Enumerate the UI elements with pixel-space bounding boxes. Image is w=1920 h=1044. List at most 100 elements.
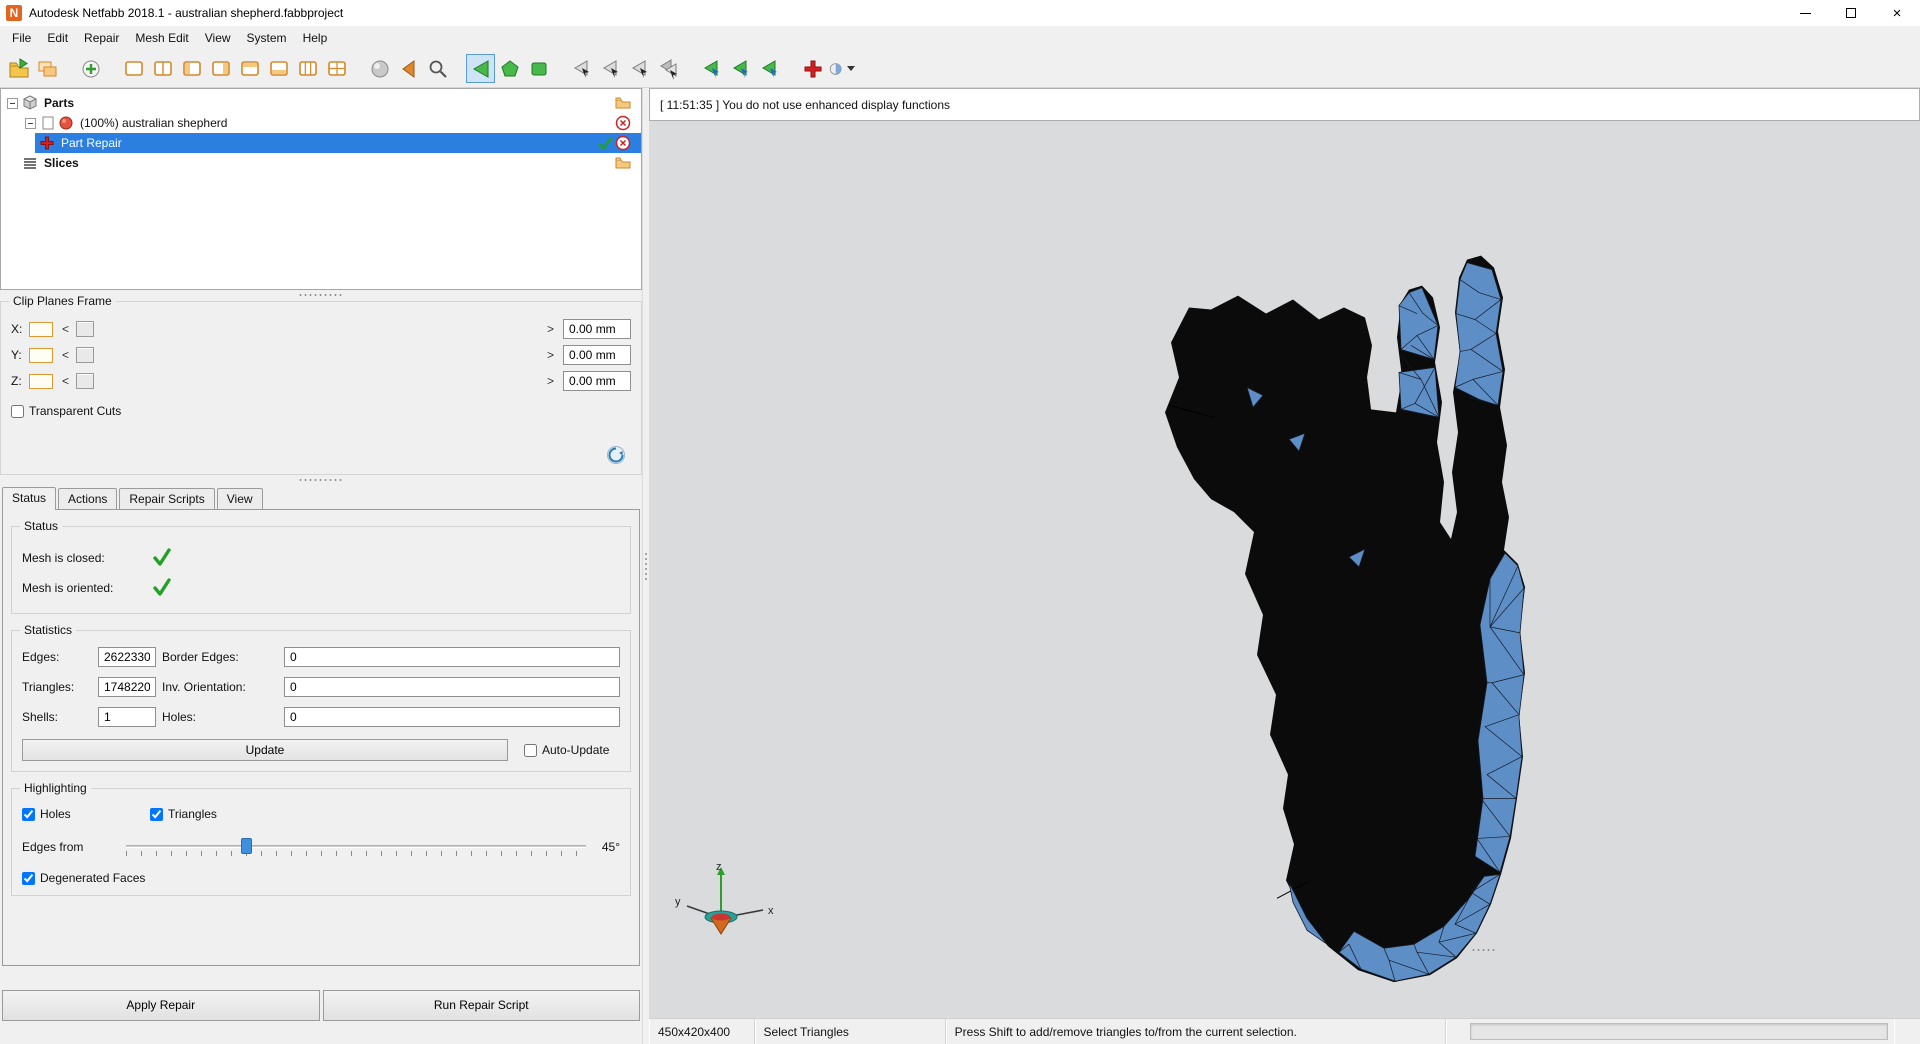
tool-shaded-view[interactable] [365,54,394,83]
clip-x-slider[interactable] [74,320,542,338]
holes-checkbox[interactable] [22,807,35,821]
repair-ok-icon[interactable] [597,135,613,151]
pick-triangle-icon [573,59,589,78]
menu-view[interactable]: View [197,28,239,48]
inv-orientation-input[interactable] [284,677,620,697]
apply-repair-button[interactable]: Apply Repair [2,989,320,1021]
tool-layout-left-pane[interactable] [177,54,206,83]
tool-add-part[interactable] [76,54,105,83]
tool-select-rectangle[interactable] [524,54,553,83]
highlighting-group-title: Highlighting [20,781,91,795]
clip-y-value-input[interactable] [563,345,631,365]
clip-y-right-arrow[interactable]: > [544,348,557,362]
tree-row-slices[interactable]: Slices [1,153,641,173]
tool-layout-split[interactable] [148,54,177,83]
edges-angle-slider-handle[interactable] [241,838,252,854]
viewport-canvas[interactable] [649,88,1920,1044]
clip-x-value-input[interactable] [563,319,631,339]
tool-select-connected[interactable] [697,54,726,83]
tool-layout-grid[interactable] [322,54,351,83]
tree-row-parts[interactable]: Parts [1,93,641,113]
tab-repair-scripts[interactable]: Repair Scripts [119,488,215,509]
tool-layout-columns[interactable] [293,54,322,83]
border-edges-input[interactable] [284,647,620,667]
clip-y-left-arrow[interactable]: < [59,348,72,362]
tab-view[interactable]: View [216,488,263,509]
highlighting-group: Highlighting Holes Triangles Edges from [11,781,631,896]
menu-repair[interactable]: Repair [76,28,127,48]
tool-layout-top-pane[interactable] [235,54,264,83]
clip-y-slider-handle[interactable] [76,347,94,363]
close-button[interactable]: × [1874,0,1920,26]
collapse-icon[interactable] [7,97,18,109]
clip-x-swatch[interactable] [29,321,53,337]
edges-input[interactable] [98,647,156,667]
clip-z-left-arrow[interactable]: < [59,374,72,388]
tool-pick-triangle-3[interactable] [625,54,654,83]
layout-bottom-pane-icon [269,60,288,76]
tool-pick-triangle[interactable] [567,54,596,83]
model-dimensions: 450x420x400 [649,1019,755,1044]
transparent-cuts-checkbox[interactable] [11,404,24,418]
tool-layout-bottom-pane[interactable] [264,54,293,83]
clip-z-slider-handle[interactable] [76,373,94,389]
clip-x-left-arrow[interactable]: < [59,322,72,336]
folder-icon[interactable] [615,155,631,171]
tree-row-part[interactable]: (100%) australian shepherd [1,113,641,133]
tool-zoom[interactable] [423,54,452,83]
menu-edit[interactable]: Edit [39,28,76,48]
tree-row-part-repair[interactable]: Part Repair [35,133,641,153]
clip-x-right-arrow[interactable]: > [544,322,557,336]
tab-status[interactable]: Status [2,487,57,510]
shells-input[interactable] [98,707,156,727]
panel-splitter[interactable] [642,88,649,1044]
tool-import-parts[interactable] [33,54,62,83]
repair-cancel-icon[interactable] [615,135,631,151]
tool-surface-picker[interactable] [827,54,856,83]
triangles-input[interactable] [98,677,156,697]
minimize-button[interactable] [1782,0,1828,26]
clip-z-swatch[interactable] [29,373,53,389]
viewport[interactable]: [ 11:51:35 ] You do not use enhanced dis… [649,88,1920,1044]
model-mesh[interactable] [1165,255,1526,983]
tree-label-parts: Parts [44,96,75,110]
menu-file[interactable]: File [4,28,39,48]
remove-part-icon[interactable] [615,115,631,131]
tree-label-part-repair: Part Repair [61,136,122,150]
clip-x-slider-handle[interactable] [76,321,94,337]
clip-z-slider[interactable] [74,372,542,390]
degenerated-faces-checkbox[interactable] [22,871,35,885]
menu-system[interactable]: System [239,28,295,48]
update-button[interactable]: Update [22,739,508,761]
tool-open-project[interactable] [4,54,33,83]
run-repair-script-button[interactable]: Run Repair Script [322,989,640,1021]
tool-pick-shell[interactable] [654,54,683,83]
clip-splitter[interactable] [0,475,642,486]
folder-icon[interactable] [615,95,631,111]
menu-help[interactable]: Help [295,28,336,48]
menu-mesh-edit[interactable]: Mesh Edit [127,28,196,48]
tool-pick-triangle-2[interactable] [596,54,625,83]
auto-update-checkbox[interactable] [524,743,537,757]
reset-clip-icon[interactable] [605,444,627,466]
clip-y-slider[interactable] [74,346,542,364]
viewport-splitter-handle[interactable] [1471,948,1497,953]
tool-select-plane[interactable] [726,54,755,83]
maximize-button[interactable] [1828,0,1874,26]
holes-input[interactable] [284,707,620,727]
tab-actions[interactable]: Actions [58,488,118,509]
edges-angle-slider[interactable] [126,837,586,857]
clip-y-swatch[interactable] [29,347,53,363]
tool-layout-single[interactable] [119,54,148,83]
tool-add-triangles[interactable] [798,54,827,83]
tool-layout-right-pane[interactable] [206,54,235,83]
triangles-checkbox[interactable] [150,807,163,821]
collapse-icon[interactable] [25,117,36,129]
clip-z-value-input[interactable] [563,371,631,391]
tool-select-polygon[interactable] [495,54,524,83]
clip-z-right-arrow[interactable]: > [544,374,557,388]
tool-previous-view[interactable] [394,54,423,83]
tool-select-all[interactable] [755,54,784,83]
transparent-cuts-label: Transparent Cuts [29,404,122,418]
tool-select-triangles[interactable] [466,54,495,83]
